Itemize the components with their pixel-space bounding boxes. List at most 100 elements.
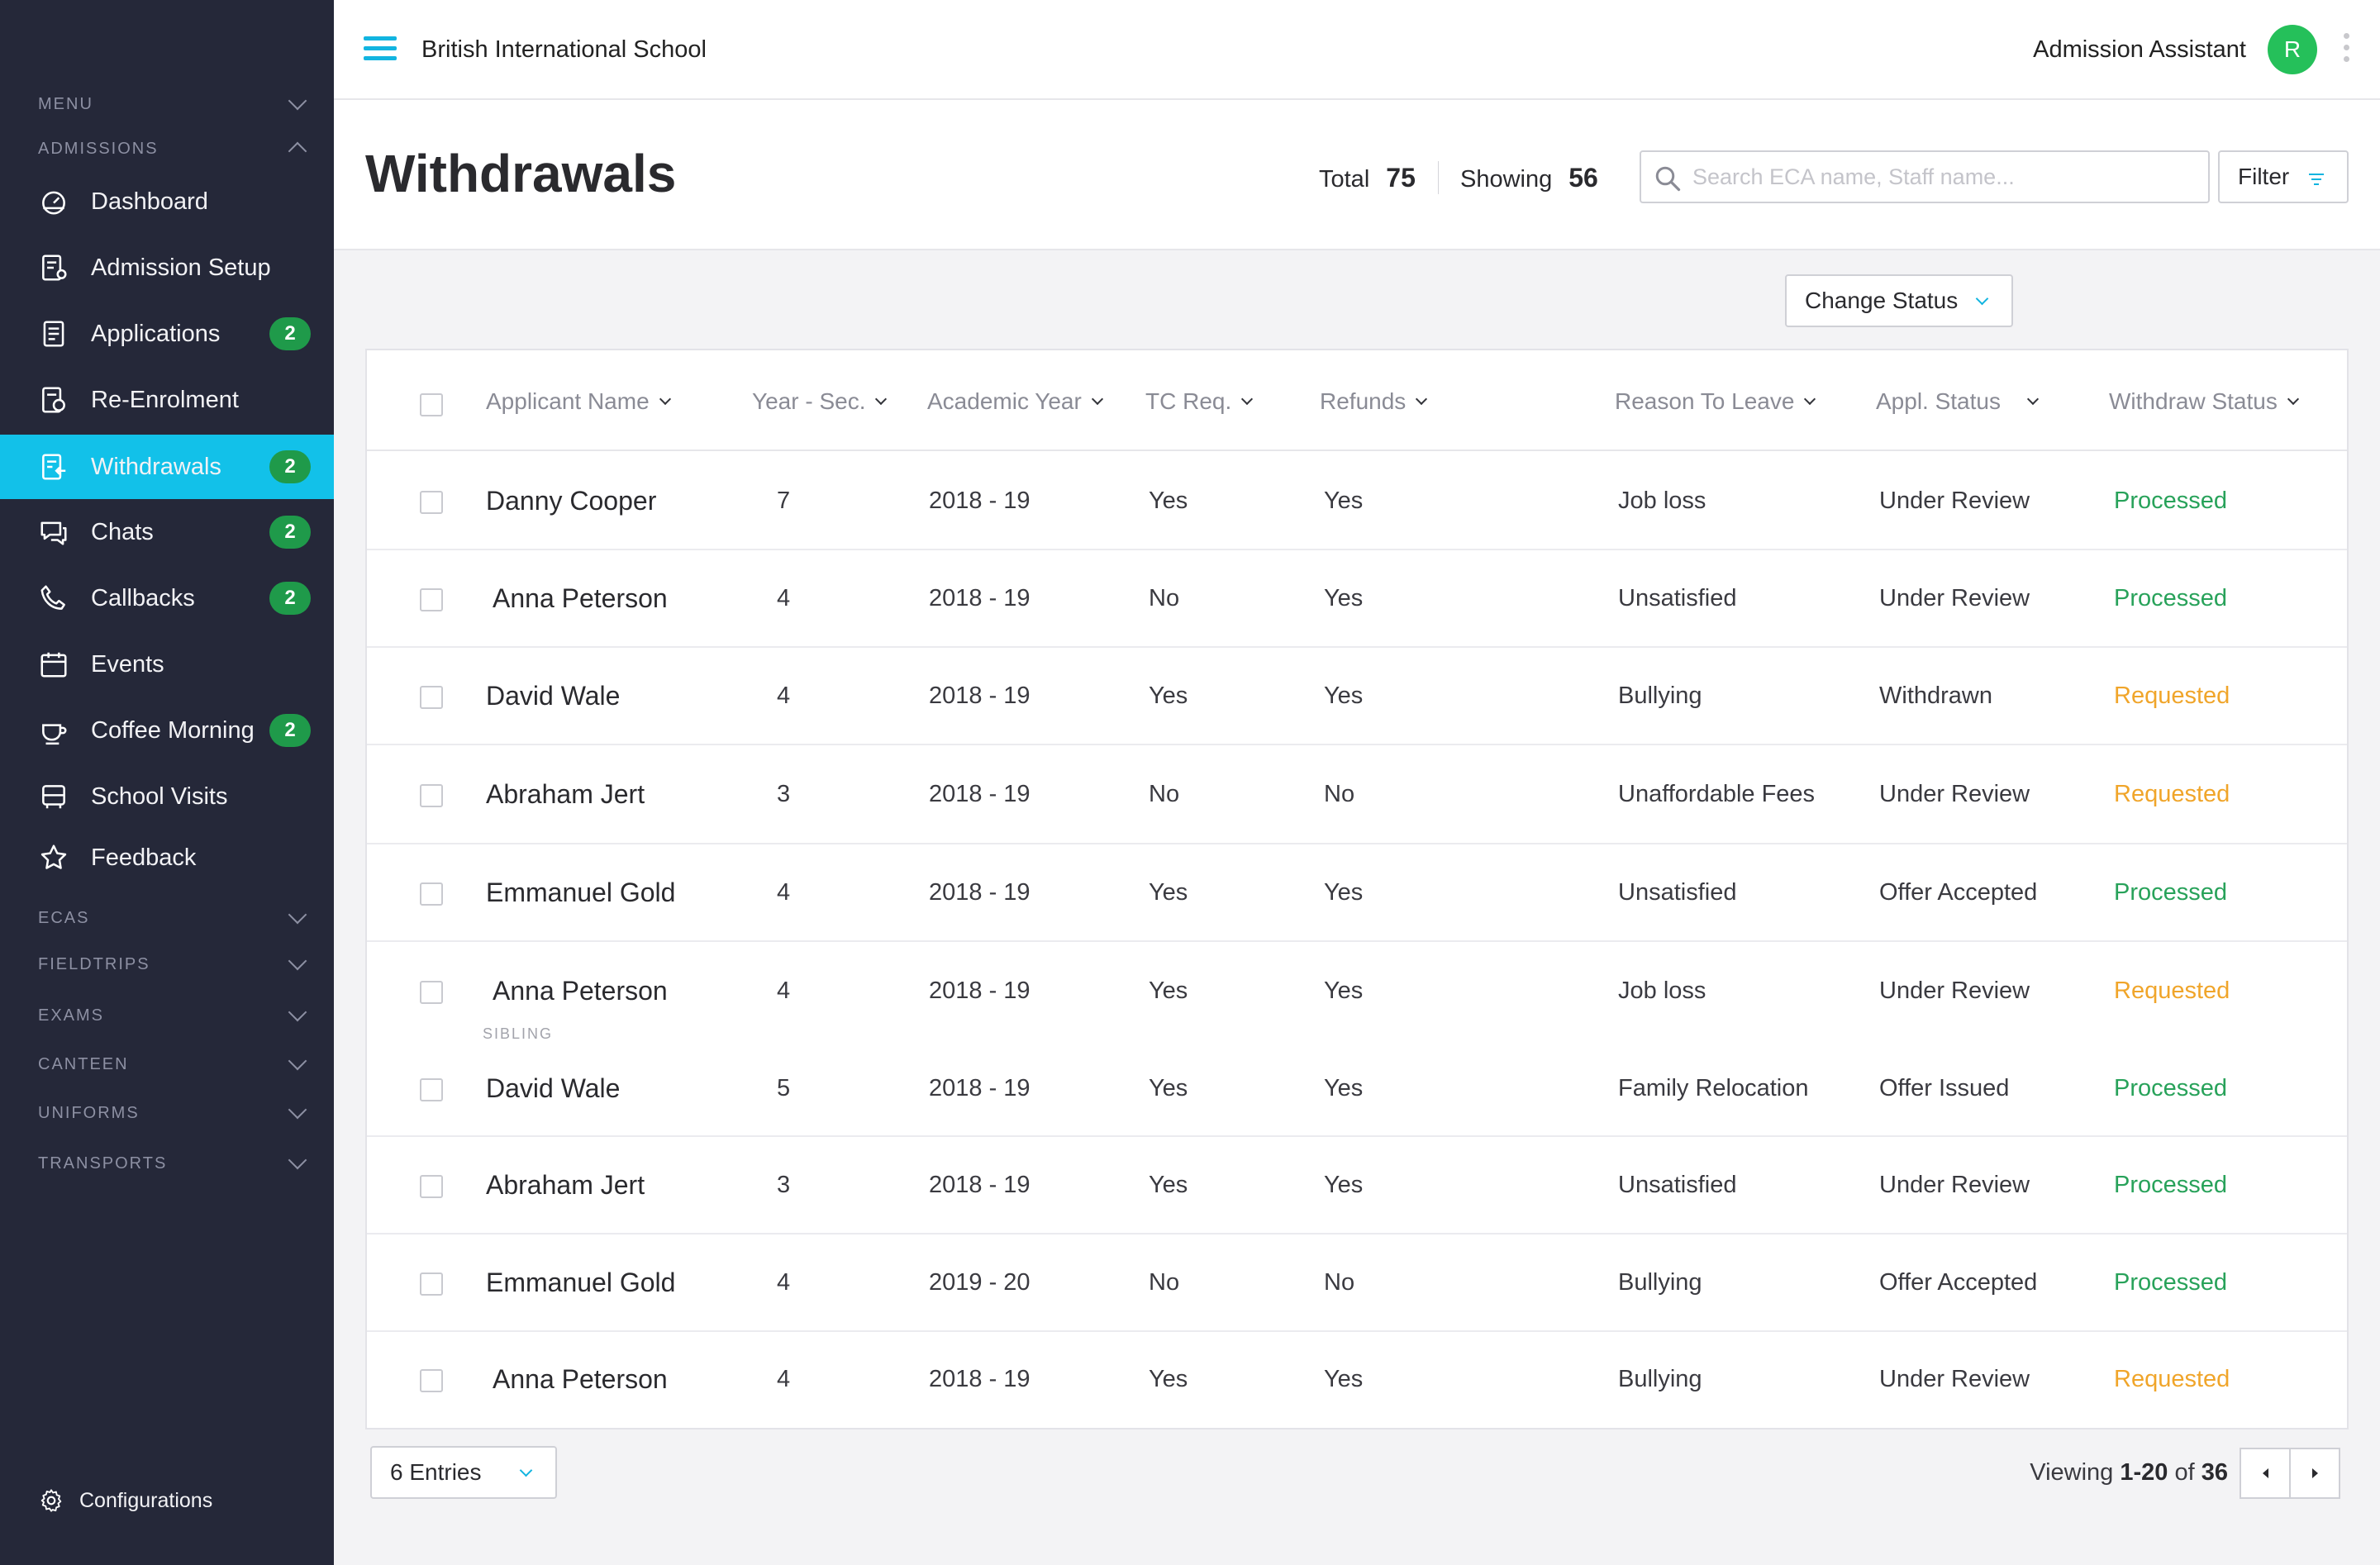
stat-divider xyxy=(1438,161,1439,194)
chevron-left-icon xyxy=(2262,1468,2268,1478)
cell-tc: Yes xyxy=(1149,1172,1188,1198)
configurations-link[interactable]: Configurations xyxy=(38,1487,212,1514)
row-checkbox[interactable] xyxy=(420,981,443,1004)
applicant-name[interactable]: David Wale xyxy=(486,681,620,711)
withdraw-status: Requested xyxy=(2114,683,2230,709)
row-checkbox[interactable] xyxy=(420,1369,443,1392)
row-checkbox[interactable] xyxy=(420,1272,443,1296)
row-checkbox[interactable] xyxy=(420,784,443,807)
col-year-sec[interactable]: Year - Sec. xyxy=(752,388,888,415)
row-checkbox[interactable] xyxy=(420,588,443,611)
col-refunds-label: Refunds xyxy=(1320,388,1407,414)
section-exams[interactable]: EXAMS xyxy=(38,1001,311,1030)
hamburger-menu-icon[interactable] xyxy=(364,36,397,64)
sidebar-item-events[interactable]: Events xyxy=(0,632,334,697)
table-row[interactable]: Anna Peterson 4 2018 - 19 Yes Yes Bullying Und… xyxy=(367,1332,2347,1428)
sidebar-item-withdrawals[interactable]: Withdrawals 2 xyxy=(0,435,334,499)
prev-page-button[interactable] xyxy=(2240,1448,2291,1499)
col-refunds[interactable]: Refunds xyxy=(1320,388,1428,415)
cell-reason: Family Relocation xyxy=(1618,1075,1809,1101)
withdrawals-table: Applicant Name Year - Sec. Academic Year… xyxy=(365,349,2349,1429)
cell-appl: Withdrawn xyxy=(1879,683,1992,709)
section-transports[interactable]: TRANSPORTS xyxy=(38,1149,311,1177)
section-admissions[interactable]: ADMISSIONS xyxy=(38,135,311,163)
applicant-name[interactable]: Emmanuel Gold xyxy=(486,1268,675,1298)
page-header: Withdrawals Total 75 Showing 56 Filter xyxy=(334,100,2380,250)
section-fieldtrips[interactable]: FIELDTRIPS xyxy=(38,950,311,978)
applicant-name[interactable]: Emmanuel Gold xyxy=(486,878,675,908)
table-row[interactable]: Abraham Jert 3 2018 - 19 Yes Yes Unsatisfied U… xyxy=(367,1137,2347,1234)
sidebar-item-applications[interactable]: Applications 2 xyxy=(0,302,334,366)
section-menu[interactable]: MENU xyxy=(38,90,311,118)
row-checkbox[interactable] xyxy=(420,1175,443,1198)
next-page-button[interactable] xyxy=(2289,1448,2340,1499)
sidebar-item-label: Chats xyxy=(91,518,154,545)
entries-dropdown[interactable]: 6 Entries xyxy=(370,1446,557,1499)
change-status-button[interactable]: Change Status xyxy=(1785,274,2013,327)
table-row[interactable]: Anna Peterson 4 2018 - 19 No Yes Unsatisfied U… xyxy=(367,550,2347,648)
section-ecas[interactable]: ECAS xyxy=(38,904,311,932)
row-checkbox[interactable] xyxy=(420,1078,443,1101)
table-row[interactable]: Anna Peterson 4 2018 - 19 Yes Yes Job loss Und… xyxy=(367,942,2347,1041)
sidebar-item-admission-setup[interactable]: Admission Setup xyxy=(0,235,334,300)
col-withdraw-status[interactable]: Withdraw Status xyxy=(2109,388,2299,415)
applicant-name[interactable]: Abraham Jert xyxy=(486,779,645,810)
withdraw-status: Processed xyxy=(2114,585,2228,611)
cell-tc: No xyxy=(1149,585,1180,611)
col-reason-to-leave[interactable]: Reason To Leave xyxy=(1615,388,1816,415)
sidebar-item-callbacks[interactable]: Callbacks 2 xyxy=(0,566,334,630)
user-role: Admission Assistant xyxy=(2033,36,2246,63)
col-reason-label: Reason To Leave xyxy=(1615,388,1795,414)
table-row[interactable]: Abraham Jert 3 2018 - 19 No No Unaffordable F… xyxy=(367,745,2347,844)
sort-icon xyxy=(2287,392,2299,406)
col-appl-status[interactable]: Appl. Status xyxy=(1876,388,2040,415)
col-tc-req-label: TC Req. xyxy=(1145,388,1232,414)
count-badge: 2 xyxy=(269,450,311,483)
select-all-checkbox[interactable] xyxy=(420,393,443,416)
section-uniforms[interactable]: UNIFORMS xyxy=(38,1099,311,1127)
avatar[interactable]: R xyxy=(2268,25,2317,74)
sidebar-item-feedback[interactable]: Feedback xyxy=(0,825,334,890)
applicant-name[interactable]: Abraham Jert xyxy=(486,1170,645,1201)
cell-refunds: No xyxy=(1324,1269,1355,1296)
cell-tc: Yes xyxy=(1149,683,1188,709)
col-appl-status-label: Appl. Status xyxy=(1876,388,2001,414)
section-canteen[interactable]: CANTEEN xyxy=(38,1050,311,1078)
sidebar-item-label: Re-Enrolment xyxy=(91,386,239,413)
col-applicant-name[interactable]: Applicant Name xyxy=(486,388,671,415)
applicant-name[interactable]: Anna Peterson xyxy=(493,976,668,1006)
sidebar-item-re-enrolment[interactable]: Re-Enrolment xyxy=(0,368,334,432)
table-row[interactable]: David Wale 5 2018 - 19 Yes Yes Family Relocat… xyxy=(367,1041,2347,1137)
table-row[interactable]: David Wale 4 2018 - 19 Yes Yes Bullying Withdr… xyxy=(367,648,2347,745)
applicant-name[interactable]: David Wale xyxy=(486,1073,620,1104)
sidebar-item-label: Feedback xyxy=(91,844,197,871)
table-row[interactable]: Emmanuel Gold 4 2019 - 20 No No Bullying Offer… xyxy=(367,1234,2347,1332)
sidebar-item-coffee-morning[interactable]: Coffee Morning 2 xyxy=(0,698,334,763)
count-badge: 2 xyxy=(269,582,311,615)
cell-refunds: Yes xyxy=(1324,585,1364,611)
row-checkbox[interactable] xyxy=(420,491,443,514)
dashboard-icon xyxy=(38,186,69,217)
filter-button[interactable]: Filter xyxy=(2218,150,2349,203)
sidebar-item-label: Coffee Morning xyxy=(91,716,255,744)
cell-reason: Bullying xyxy=(1618,683,1702,709)
sort-icon xyxy=(2026,392,2040,406)
viewing-total: 36 xyxy=(2201,1459,2228,1486)
more-options-icon[interactable] xyxy=(2344,33,2350,68)
sidebar-item-school-visits[interactable]: School Visits xyxy=(0,764,334,829)
withdraw-status: Requested xyxy=(2114,1366,2230,1392)
table-row[interactable]: Danny Cooper 7 2018 - 19 Yes Yes Job loss Unde… xyxy=(367,453,2347,550)
sidebar-item-chats[interactable]: Chats 2 xyxy=(0,500,334,564)
col-academic-year[interactable]: Academic Year xyxy=(927,388,1103,415)
applicant-name[interactable]: Danny Cooper xyxy=(486,486,656,516)
search-input[interactable] xyxy=(1692,160,2197,193)
applicant-name[interactable]: Anna Peterson xyxy=(493,1364,668,1395)
row-checkbox[interactable] xyxy=(420,686,443,709)
cell-year: 4 xyxy=(777,585,791,611)
col-tc-req[interactable]: TC Req. xyxy=(1145,388,1254,415)
sidebar-item-dashboard[interactable]: Dashboard xyxy=(0,169,334,234)
withdraw-status: Processed xyxy=(2114,879,2228,906)
table-row[interactable]: Emmanuel Gold 4 2018 - 19 Yes Yes Unsatisfied… xyxy=(367,844,2347,942)
applicant-name[interactable]: Anna Peterson xyxy=(493,583,668,614)
row-checkbox[interactable] xyxy=(420,882,443,906)
